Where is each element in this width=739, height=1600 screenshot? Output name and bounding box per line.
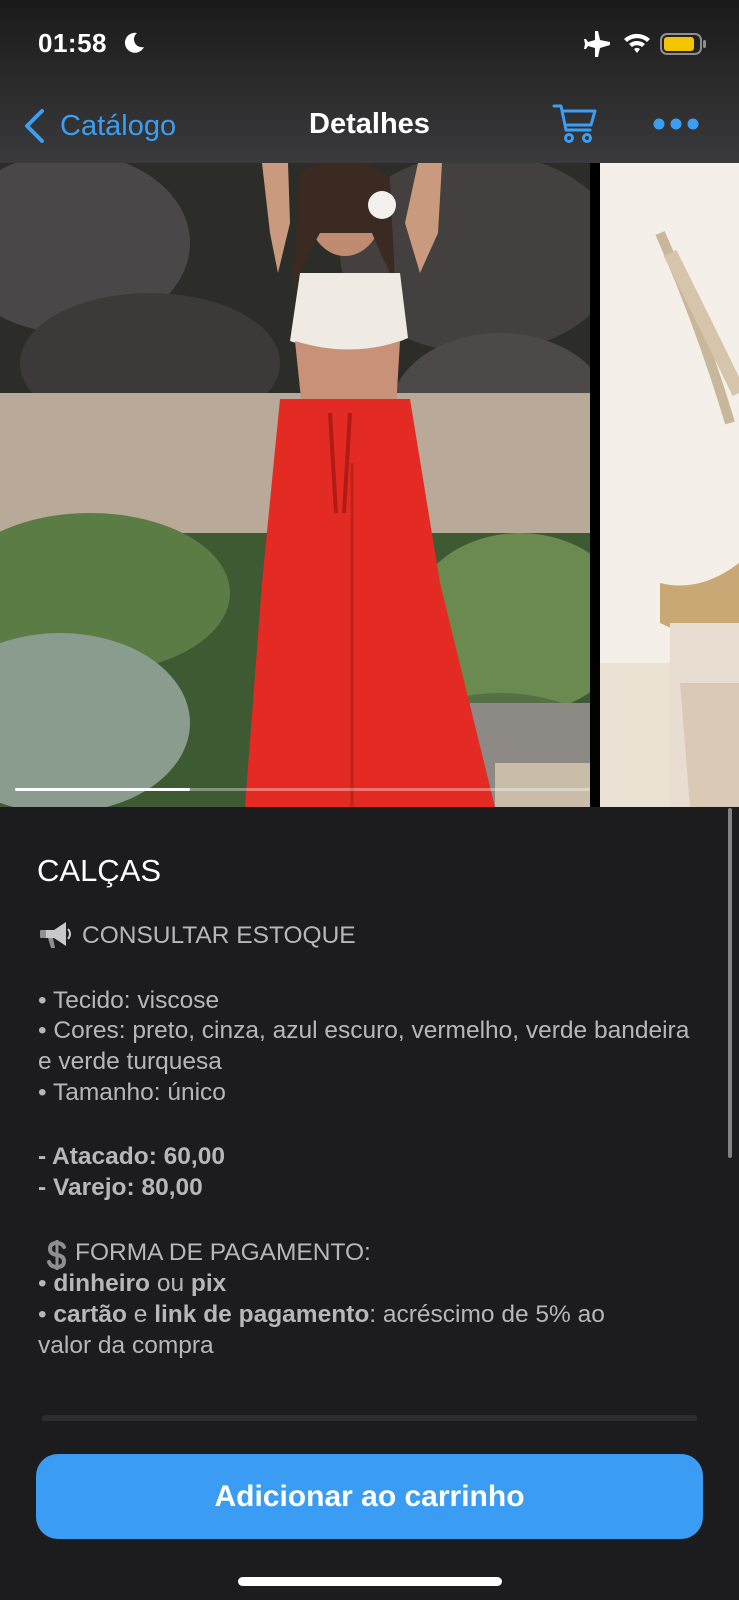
payment-surcharge: : acréscimo de 5% ao: [369, 1301, 605, 1328]
payment-heading: FORMA DE PAGAMENTO:: [75, 1239, 371, 1266]
wifi-icon: [624, 33, 650, 53]
payment-bullet-2: •: [38, 1301, 47, 1328]
price-wholesale: - Atacado: 60,00: [38, 1143, 225, 1170]
home-indicator[interactable]: [238, 1577, 502, 1586]
dollar-sign-icon: [47, 1240, 67, 1270]
megaphone-icon: [40, 922, 71, 948]
red-wide-leg-pants-photo: [0, 163, 590, 807]
payment-or: ou: [150, 1270, 191, 1297]
navigation-bar: Catálogo Detalhes: [0, 90, 739, 163]
carousel-page-indicator-active: [15, 788, 190, 791]
payment-line-3: valor da compra: [38, 1332, 214, 1359]
status-time: 01:58: [38, 28, 107, 58]
payment-link: link de pagamento: [154, 1301, 370, 1328]
photo-carousel[interactable]: [0, 163, 739, 807]
next-product-photo[interactable]: [600, 163, 739, 807]
add-to-cart-button[interactable]: Adicionar ao carrinho: [36, 1454, 703, 1539]
pampas-grass-decor-photo: [600, 163, 739, 807]
add-to-cart-label: Adicionar ao carrinho: [214, 1479, 525, 1513]
payment-and: e: [126, 1301, 155, 1328]
payment-line-1: • dinheiro ou pix: [38, 1270, 226, 1298]
detail-size: • Tamanho: único: [38, 1079, 226, 1106]
detail-colors: • Cores: preto, cinza, azul escuro, verm…: [38, 1017, 690, 1075]
carousel-page-indicator: [15, 788, 590, 791]
airplane-mode-icon: [584, 31, 610, 57]
payment-pix: pix: [190, 1270, 227, 1297]
status-bar: 01:58: [0, 0, 739, 90]
payment-line-2: • cartão e link de pagamento: acréscimo …: [38, 1301, 605, 1329]
payment-card: cartão: [53, 1301, 127, 1328]
payment-cash: dinheiro: [53, 1270, 151, 1297]
product-details: CALÇAS CONSULTAR ESTOQUE • Tecido: visco…: [0, 807, 739, 1447]
stock-line: CONSULTAR ESTOQUE: [82, 922, 356, 949]
cart-icon[interactable]: [552, 102, 598, 144]
product-title: CALÇAS: [37, 853, 162, 888]
payment-bullet: •: [38, 1270, 47, 1297]
moon-icon: [124, 32, 144, 53]
more-icon[interactable]: [652, 116, 700, 132]
battery-icon: [660, 33, 706, 55]
section-divider: [42, 1415, 697, 1421]
scrollbar[interactable]: [728, 808, 732, 1158]
page-title: Detalhes: [309, 108, 430, 140]
product-photo[interactable]: [0, 163, 590, 807]
price-retail: - Varejo: 80,00: [38, 1174, 203, 1201]
detail-fabric: • Tecido: viscose: [38, 987, 220, 1014]
